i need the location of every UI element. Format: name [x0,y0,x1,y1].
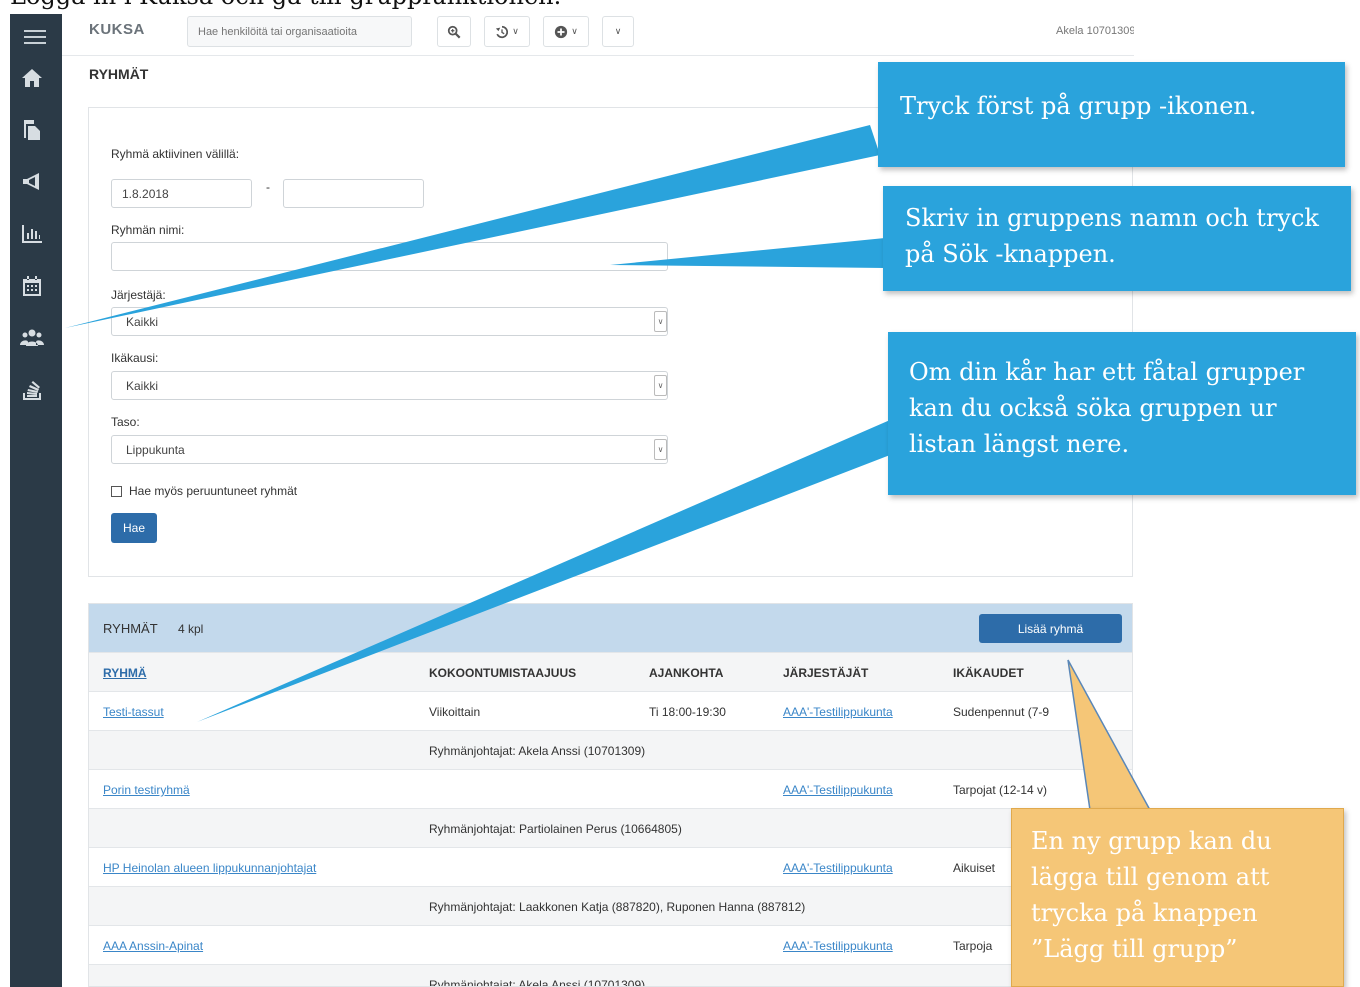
add-new-button[interactable]: ∨ [543,16,589,47]
column-header-group[interactable]: RYHMÄ [103,666,147,680]
organizer-label: Järjestäjä: [111,288,166,302]
zoom-search-button[interactable] [437,16,471,47]
more-menu-button[interactable]: ∨ [602,16,634,47]
callout-name-field: Skriv in gruppens namn och tryck på Sök … [883,186,1351,291]
level-label: Taso: [111,415,140,429]
organizer-link[interactable]: AAA'-Testilippukunta [783,705,893,719]
chevron-down-icon: ∨ [654,439,667,460]
calendar-icon[interactable] [20,274,48,302]
table-header-row: RYHMÄ KOKOONTUMISTAAJUUS AJANKOHTA JÄRJE… [89,652,1132,691]
organizer-link[interactable]: AAA'-Testilippukunta [783,861,893,875]
table-row: Testi-tassut Viikoittain Ti 18:00-19:30 … [89,691,1132,730]
level-value: Lippukunta [126,442,185,457]
sidebar [10,14,62,987]
chevron-down-icon: ∨ [512,26,519,36]
cancelled-checkbox-row[interactable]: Hae myös peruuntuneet ryhmät [111,484,297,498]
age-cell: Tarpojat (12-14 v) [953,783,1048,797]
chevron-down-icon: ∨ [614,26,622,36]
leaders-cell: Ryhmänjohtajat: Akela Anssi (10701309) [429,978,646,987]
column-header-organizers: JÄRJESTÄJÄT [783,666,869,680]
documents-icon[interactable] [20,118,48,146]
page-title: RYHMÄT [89,66,149,82]
age-cell: Aikuiset [953,861,996,875]
instruction-title: Logga in i Kuksa och gå till gruppfunkti… [10,0,561,10]
group-link[interactable]: AAA Anssin-Apinat [103,939,203,953]
search-button[interactable]: Hae [111,513,157,543]
leaders-cell: Ryhmänjohtajat: Akela Anssi (10701309) [429,744,646,758]
bar-chart-icon[interactable] [20,222,48,250]
time-cell: Ti 18:00-19:30 [649,705,726,719]
group-name-label: Ryhmän nimi: [111,223,185,237]
age-select[interactable]: Kaikki ∨ [111,371,668,400]
table-row: HP Heinolan alueen lippukunnanjohtajat A… [89,847,1132,886]
top-bar: KUKSA ∨ ∨ ∨ Akela 10701309 [62,14,1134,56]
leaders-cell: Ryhmänjohtajat: Laakkonen Katja (887820)… [429,900,806,914]
plus-circle-icon [555,25,568,38]
add-group-button[interactable]: Lisää ryhmä [979,614,1122,643]
cancelled-label: Hae myös peruuntuneet ryhmät [129,484,298,498]
home-icon[interactable] [20,66,48,94]
table-row: AAA Anssin-Apinat AAA'-Testilippukunta T… [89,925,1132,964]
results-title: RYHMÄT [103,621,158,636]
organizer-link[interactable]: AAA'-Testilippukunta [783,783,893,797]
column-header-time: AJANKOHTA [649,666,724,680]
search-input[interactable] [187,16,412,47]
user-name[interactable]: Akela 10701309 [1056,25,1134,37]
results-panel: RYHMÄT 4 kpl Lisää ryhmä RYHMÄ KOKOONTUM… [88,603,1133,987]
group-link[interactable]: HP Heinolan alueen lippukunnanjohtajat [103,861,316,875]
app-logo[interactable]: KUKSA [89,21,145,38]
chevron-down-icon: ∨ [654,311,667,332]
age-cell: Tarpoja [953,939,993,953]
date-from-input[interactable]: 1.8.2018 [111,179,252,208]
stack-icon[interactable] [20,378,48,406]
leaders-cell: Ryhmänjohtajat: Partiolainen Perus (1066… [429,822,682,836]
active-range-label: Ryhmä aktiivinen välillä: [111,147,240,161]
leaders-row: Ryhmänjohtajat: Akela Anssi (10701309) [89,730,1132,769]
date-separator: - [266,180,270,194]
cancelled-checkbox[interactable] [111,485,122,497]
organizer-value: Kaikki [126,314,159,329]
frequency-cell: Viikoittain [429,705,481,719]
callout-list: Om din kår har ett fåtal grupper kan du … [888,332,1356,495]
menu-icon[interactable] [24,30,46,48]
leaders-row: Ryhmänjohtajat: Partiolainen Perus (1066… [89,808,1132,847]
date-to-input[interactable] [283,179,424,208]
column-header-frequency: KOKOONTUMISTAAJUUS [429,666,577,680]
age-cell: Sudenpennut (7-9 [953,705,1050,719]
leaders-row: Ryhmänjohtajat: Laakkonen Katja (887820)… [89,886,1132,925]
group-link[interactable]: Testi-tassut [103,705,164,719]
history-button[interactable]: ∨ [484,16,530,47]
megaphone-icon[interactable] [20,170,48,198]
history-icon [496,25,509,38]
organizer-link[interactable]: AAA'-Testilippukunta [783,939,893,953]
results-header: RYHMÄT 4 kpl Lisää ryhmä [89,604,1132,652]
group-icon[interactable] [20,326,48,354]
callout-add-group: En ny grupp kan du lägga till genom att … [1011,808,1344,987]
level-select[interactable]: Lippukunta ∨ [111,435,668,464]
leaders-row: Ryhmänjohtajat: Akela Anssi (10701309) [89,964,1132,987]
chevron-down-icon: ∨ [571,26,578,36]
group-name-input[interactable] [111,242,668,271]
age-value: Kaikki [126,378,159,393]
age-label: Ikäkausi: [111,351,159,365]
column-header-age: IKÄKAUDET [953,666,1024,680]
organizer-select[interactable]: Kaikki ∨ [111,307,668,336]
table-row: Porin testiryhmä AAA'-Testilippukunta Ta… [89,769,1132,808]
chevron-down-icon: ∨ [654,375,667,396]
magnifier-icon [447,25,461,38]
group-link[interactable]: Porin testiryhmä [103,783,190,797]
callout-group-icon: Tryck först på grupp -ikonen. [878,62,1345,167]
results-count: 4 kpl [178,622,204,636]
